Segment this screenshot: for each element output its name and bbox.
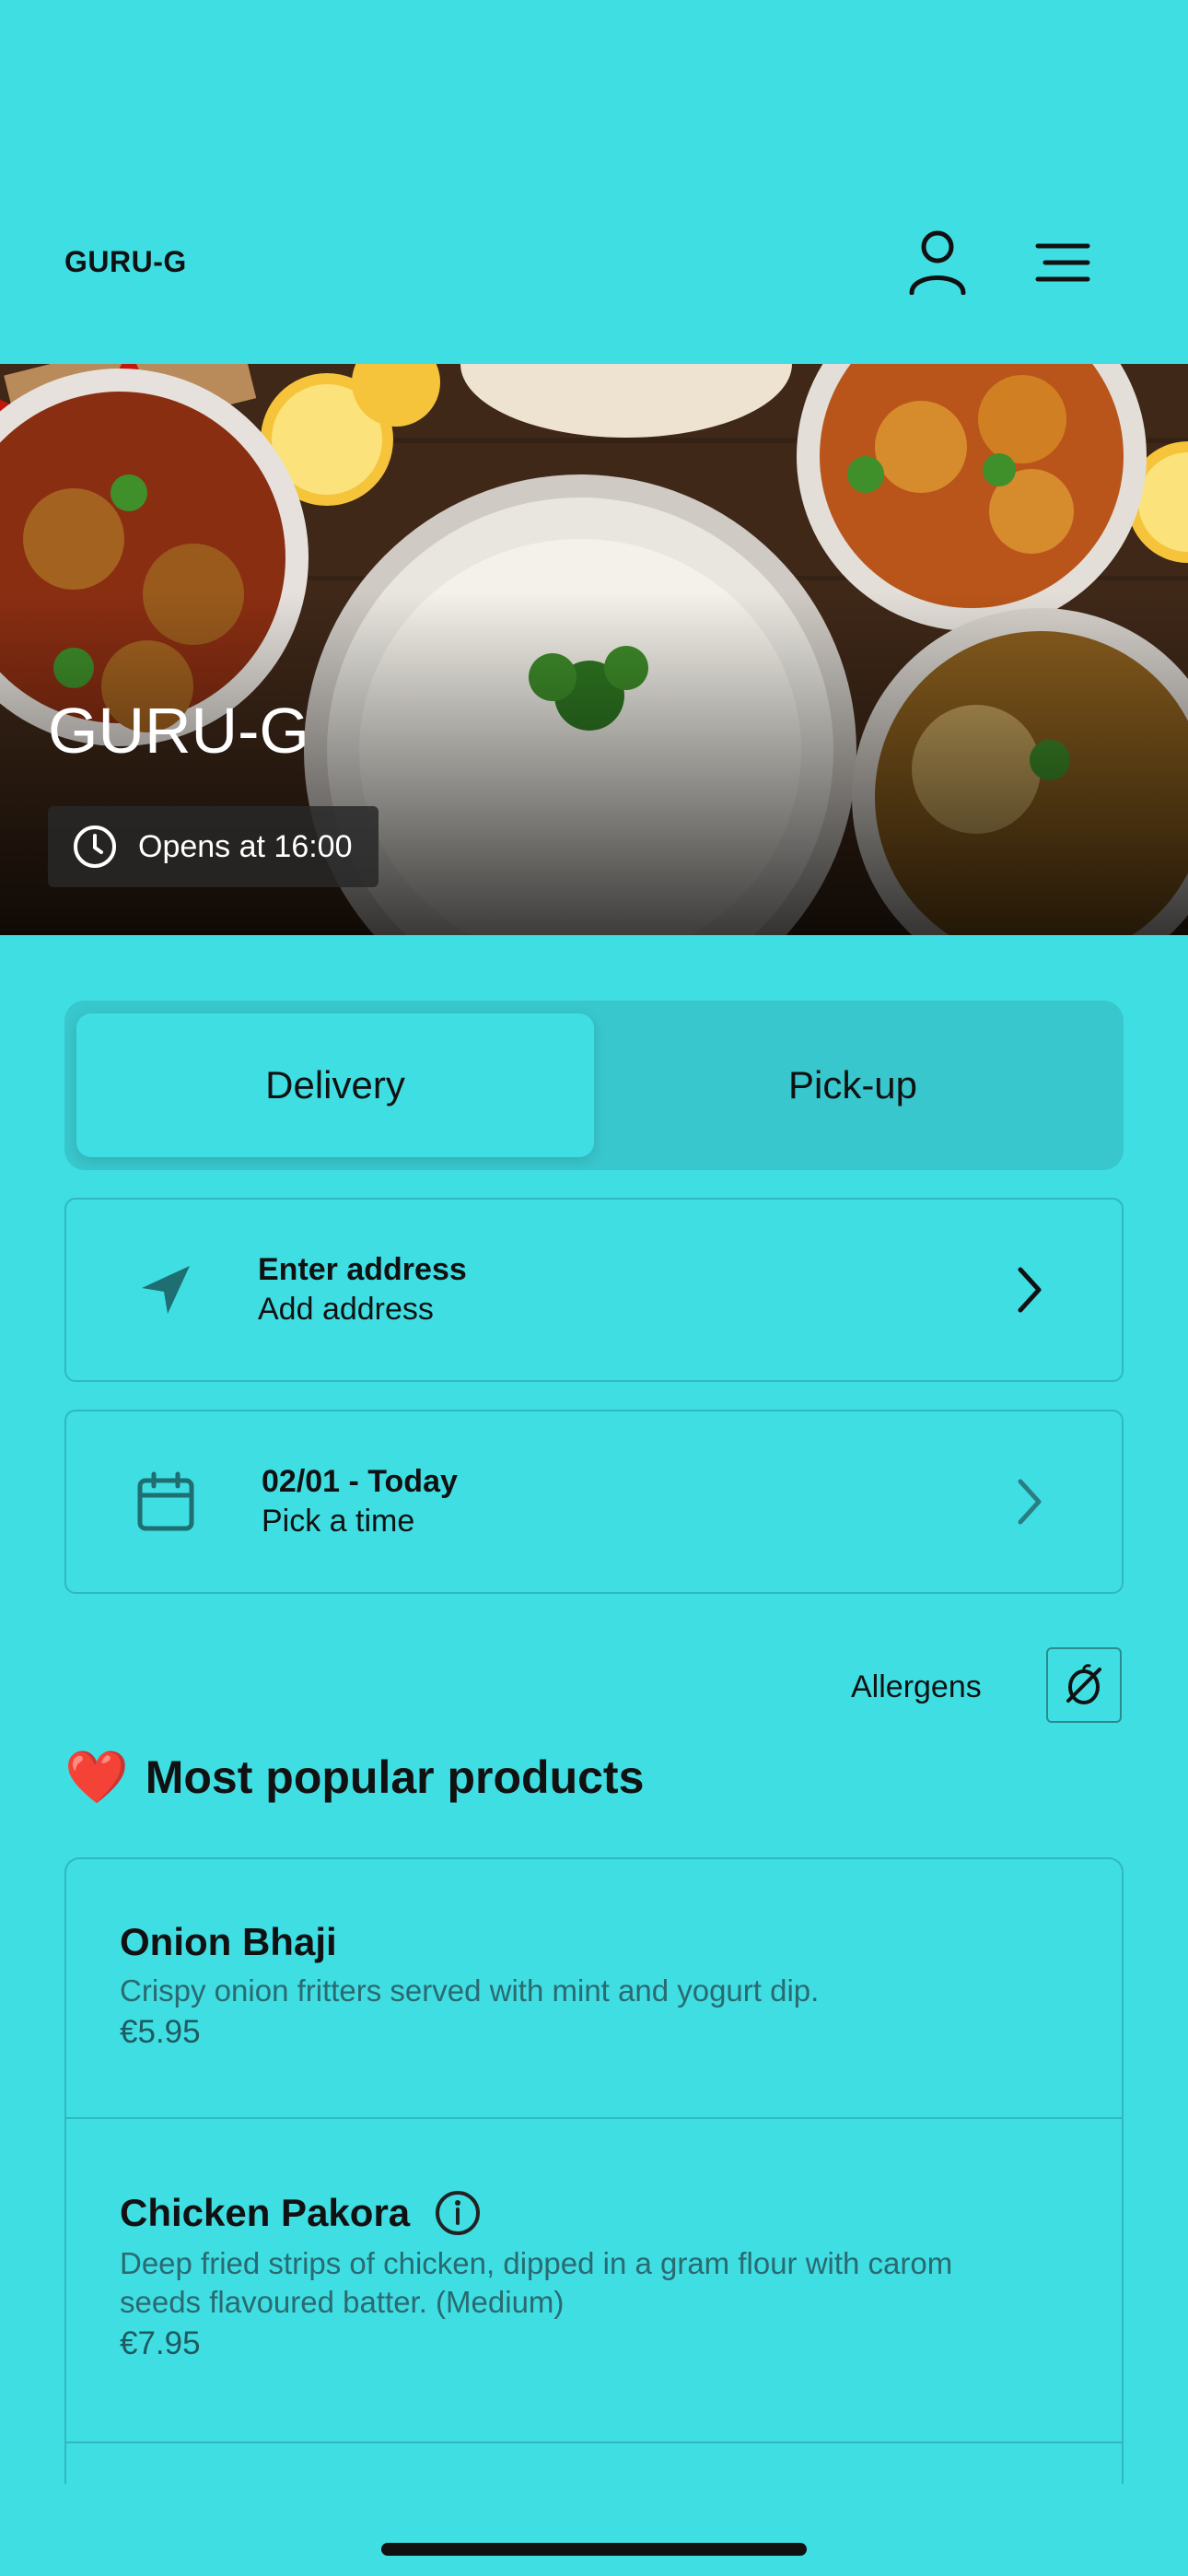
chevron-right-icon [1018, 1267, 1042, 1313]
product-price: €7.95 [120, 2325, 201, 2361]
product-name: Onion Bhaji [120, 1920, 1068, 1964]
product-description: Crispy onion fritters served with mint a… [120, 1973, 820, 2008]
product-name-text: Chicken Pakora [120, 2191, 411, 2234]
hero-banner: GURU-G Opens at 16:00 [0, 364, 1188, 935]
date-title: 02/01 - Today [262, 1464, 458, 1499]
time-card-text: 02/01 - Today Pick a time [262, 1464, 458, 1540]
allergens-label: Allergens [851, 1669, 982, 1704]
opening-hours-badge: Opens at 16:00 [48, 806, 379, 887]
location-arrow-icon [129, 1253, 203, 1327]
allergens-button[interactable] [1046, 1647, 1122, 1723]
tab-delivery[interactable]: Delivery [76, 1013, 594, 1157]
address-card[interactable]: Enter address Add address [64, 1198, 1124, 1382]
heart-emoji: ❤️ [64, 1748, 129, 1808]
user-account-button[interactable] [901, 225, 974, 299]
menu-button[interactable] [1026, 230, 1100, 295]
home-indicator[interactable] [381, 2543, 807, 2556]
product-name: Chicken Pakora [120, 2189, 1068, 2237]
clock-icon [74, 825, 116, 868]
tab-pickup[interactable]: Pick-up [594, 1013, 1112, 1157]
info-icon[interactable] [434, 2189, 482, 2237]
calendar-icon [129, 1465, 203, 1539]
opening-hours-text: Opens at 16:00 [138, 828, 353, 864]
user-icon [909, 230, 966, 295]
brand-name[interactable]: GURU-G [64, 245, 187, 279]
divider [66, 2441, 1122, 2443]
order-mode-toggle: Delivery Pick-up [64, 1001, 1124, 1170]
divider [66, 2117, 1122, 2119]
product-item[interactable]: Chicken Pakora Deep fried strips of chic… [66, 2189, 1122, 2362]
address-title: Enter address [258, 1252, 467, 1287]
menu-icon [1035, 243, 1090, 282]
time-card[interactable]: 02/01 - Today Pick a time [64, 1410, 1124, 1594]
product-list: Onion Bhaji Crispy onion fritters served… [64, 1857, 1124, 2484]
popular-title-text: Most popular products [145, 1751, 645, 1803]
product-price: €5.95 [120, 2014, 201, 2050]
address-subtitle: Add address [258, 1292, 434, 1327]
restaurant-title: GURU-G [48, 695, 309, 767]
popular-section-title: ❤️ Most popular products [64, 1747, 644, 1808]
time-subtitle: Pick a time [262, 1504, 415, 1539]
product-item[interactable]: Onion Bhaji Crispy onion fritters served… [66, 1920, 1122, 2051]
address-card-text: Enter address Add address [258, 1252, 467, 1328]
product-description: Deep fried strips of chicken, dipped in … [120, 2246, 953, 2319]
product-name-text: Onion Bhaji [120, 1920, 337, 1963]
allergen-filter-icon [1066, 1664, 1101, 1704]
chevron-right-icon [1018, 1479, 1042, 1525]
